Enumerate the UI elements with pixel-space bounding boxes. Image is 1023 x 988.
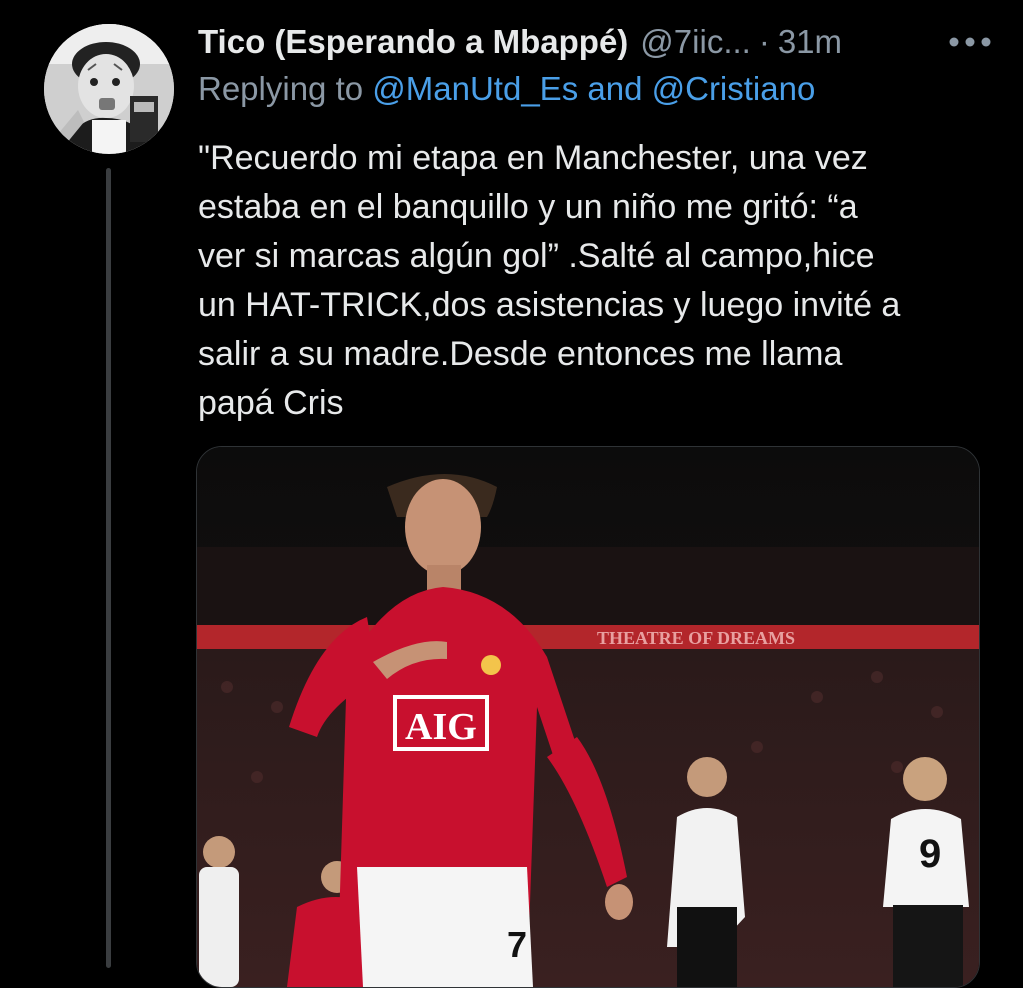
more-horizontal-icon bbox=[949, 37, 991, 47]
shirt-sponsor-text: AIG bbox=[405, 706, 477, 748]
avatar-image bbox=[44, 24, 174, 154]
mention-manutd-es[interactable]: @ManUtd_Es bbox=[372, 70, 578, 107]
mention-cristiano[interactable]: @Cristiano bbox=[652, 70, 816, 107]
tweet-text-line: salir a su madre.Desde entonces me llama bbox=[198, 335, 843, 373]
tweet-text-line: ver si marcas algún gol” .Salté al campo… bbox=[198, 237, 875, 275]
replying-to-label: Replying to bbox=[198, 70, 364, 107]
tweet-text-line: "Recuerdo mi etapa en Manchester, una ve… bbox=[198, 139, 868, 177]
background-player-left bbox=[199, 836, 239, 987]
tweet-text-line: un HAT-TRICK,dos asistencias y luego inv… bbox=[198, 286, 901, 324]
replying-to-line: Replying to @ManUtd_Es and @Cristiano bbox=[198, 70, 815, 108]
opponent-shirt-number: 9 bbox=[919, 832, 941, 876]
tweet-media-photo[interactable]: THEATRE OF DREAMS 9 AIG 7 bbox=[196, 446, 980, 988]
author-handle[interactable]: @7iic... bbox=[640, 23, 751, 61]
author-avatar[interactable] bbox=[44, 24, 174, 154]
thread-connector-line bbox=[106, 168, 111, 968]
tweet-header: Tico (Esperando a Mbappé) @7iic... · 31m bbox=[198, 16, 998, 68]
tweet-timestamp[interactable]: 31m bbox=[778, 23, 842, 61]
tweet-text-line: estaba en el banquillo y un niño me grit… bbox=[198, 188, 858, 226]
more-options-button[interactable] bbox=[942, 26, 998, 58]
football-celebration-photo: THEATRE OF DREAMS 9 AIG 7 bbox=[197, 447, 979, 987]
shirt-number-text: 7 bbox=[507, 924, 527, 965]
tweet-text-line: papá Cris bbox=[198, 384, 344, 422]
author-display-name[interactable]: Tico (Esperando a Mbappé) bbox=[198, 23, 628, 61]
stand-banner-text: THEATRE OF DREAMS bbox=[597, 628, 795, 648]
mention-conjunction[interactable]: and bbox=[587, 70, 642, 107]
meta-separator: · bbox=[758, 23, 770, 60]
tweet-body: "Recuerdo mi etapa en Manchester, una ve… bbox=[198, 134, 998, 428]
